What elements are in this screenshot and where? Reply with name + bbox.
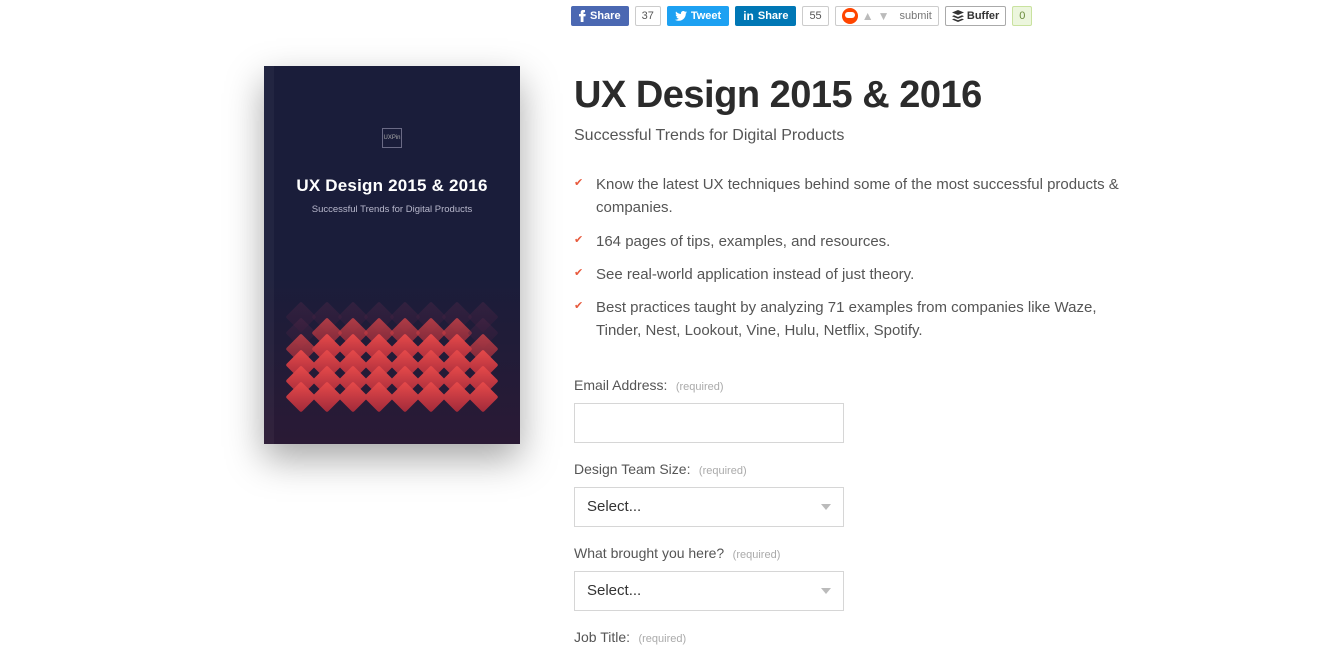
job-title-label: Job Title: xyxy=(574,629,630,645)
main-content: UXPin UX Design 2015 & 2016 Successful T… xyxy=(0,26,1336,665)
page-title: UX Design 2015 & 2016 xyxy=(574,74,1134,117)
book-cover-title: UX Design 2015 & 2016 xyxy=(264,176,520,196)
share-bar: Share 37 Tweet in Share 55 ▲ ▼ submit Bu… xyxy=(0,0,1336,26)
required-hint: (required) xyxy=(733,549,781,561)
team-size-select[interactable]: Select... xyxy=(574,487,844,527)
email-field-group: Email Address: (required) xyxy=(574,377,1134,443)
team-size-label: Design Team Size: xyxy=(574,461,690,477)
email-input[interactable] xyxy=(574,403,844,443)
bullet-item: Best practices taught by analyzing 71 ex… xyxy=(574,296,1134,343)
downvote-icon: ▼ xyxy=(878,9,890,23)
buffer-button[interactable]: Buffer xyxy=(945,6,1006,26)
chevron-down-icon xyxy=(821,504,831,510)
book-cover-subtitle: Successful Trends for Digital Products xyxy=(264,204,520,215)
twitter-icon xyxy=(675,11,687,21)
bullet-item: 164 pages of tips, examples, and resourc… xyxy=(574,230,1134,253)
required-hint: (required) xyxy=(699,465,747,477)
linkedin-count: 55 xyxy=(802,6,828,26)
twitter-label: Tweet xyxy=(691,10,721,22)
email-label: Email Address: xyxy=(574,377,667,393)
facebook-label: Share xyxy=(590,10,621,22)
page-subtitle: Successful Trends for Digital Products xyxy=(574,127,1134,145)
bullet-item: See real-world application instead of ju… xyxy=(574,263,1134,286)
facebook-count: 37 xyxy=(635,6,661,26)
book-cover: UXPin UX Design 2015 & 2016 Successful T… xyxy=(264,66,520,444)
reddit-submit-button[interactable]: ▲ ▼ submit xyxy=(835,6,939,26)
team-size-field-group: Design Team Size: (required) Select... xyxy=(574,461,1134,527)
content-column: UX Design 2015 & 2016 Successful Trends … xyxy=(574,66,1134,665)
book-logo: UXPin xyxy=(382,128,402,148)
chevron-down-icon xyxy=(821,588,831,594)
required-hint: (required) xyxy=(676,381,724,393)
book-cover-column: UXPin UX Design 2015 & 2016 Successful T… xyxy=(264,66,520,665)
upvote-icon: ▲ xyxy=(862,9,874,23)
buffer-icon xyxy=(952,10,964,22)
bullet-list: Know the latest UX techniques behind som… xyxy=(574,173,1134,343)
facebook-share-button[interactable]: Share xyxy=(571,6,629,26)
book-pattern xyxy=(264,284,520,444)
reddit-label: submit xyxy=(899,10,931,22)
linkedin-icon: in xyxy=(743,9,754,23)
linkedin-share-button[interactable]: in Share xyxy=(735,6,796,26)
buffer-count: 0 xyxy=(1012,6,1032,26)
reason-field-group: What brought you here? (required) Select… xyxy=(574,545,1134,611)
reason-select[interactable]: Select... xyxy=(574,571,844,611)
twitter-tweet-button[interactable]: Tweet xyxy=(667,6,729,26)
select-value: Select... xyxy=(587,498,641,515)
reason-label: What brought you here? xyxy=(574,545,724,561)
linkedin-label: Share xyxy=(758,10,789,22)
required-hint: (required) xyxy=(638,633,686,645)
select-value: Select... xyxy=(587,582,641,599)
job-title-field-group: Job Title: (required) xyxy=(574,629,1134,647)
buffer-label: Buffer xyxy=(967,10,999,22)
facebook-icon xyxy=(579,10,586,22)
bullet-item: Know the latest UX techniques behind som… xyxy=(574,173,1134,220)
reddit-icon xyxy=(842,8,858,24)
